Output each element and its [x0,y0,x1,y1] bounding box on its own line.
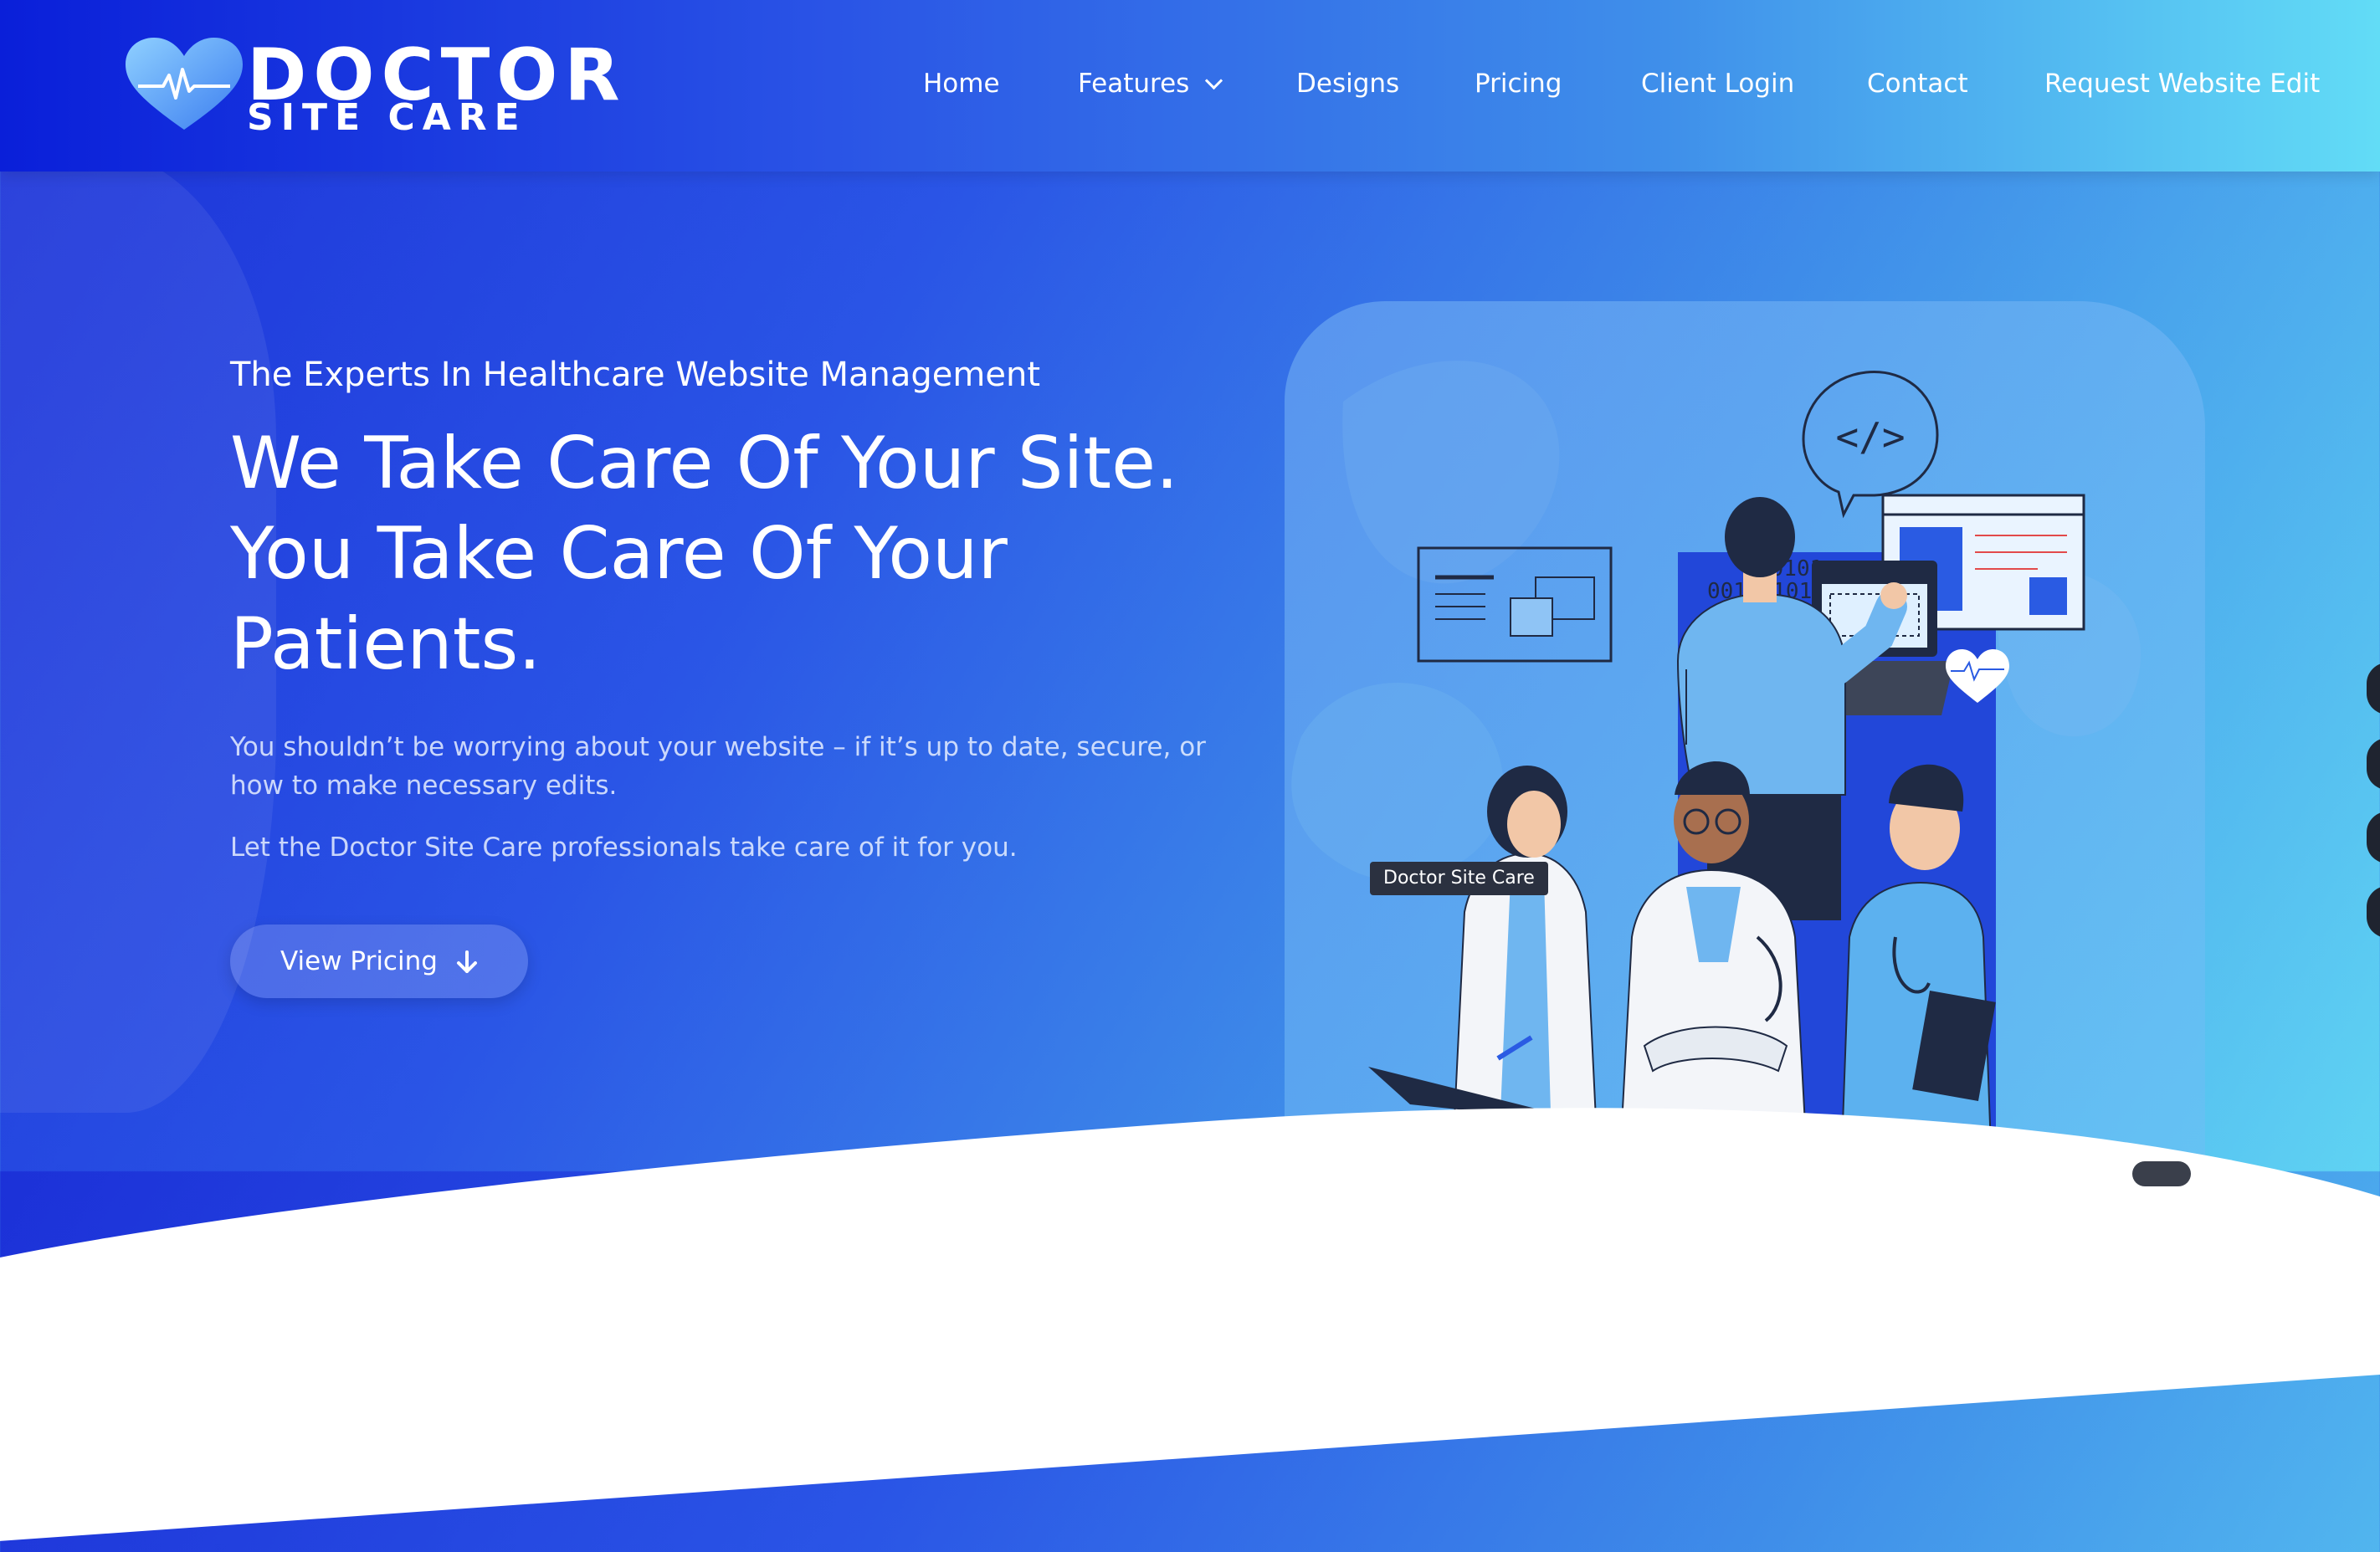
arrow-down-icon [457,950,477,973]
hero-eyebrow: The Experts In Healthcare Website Manage… [230,356,1041,394]
code-glyph: </> [1835,414,1905,459]
hero-headline: We Take Care Of Your Site. You Take Care… [230,418,1276,689]
floating-action-button[interactable] [2367,886,2380,938]
team-illustration: </> 00101 00101101 011101 [1291,361,2141,1171]
view-pricing-button[interactable]: View Pricing [230,925,528,998]
nav-designs[interactable]: Designs [1296,65,1399,102]
main-nav: Home Features Designs Pricing Client Log… [0,65,2380,107]
floating-action-button[interactable] [2367,812,2380,863]
headline-line-2: You Take Care Of Your [230,512,1008,596]
nav-client-login[interactable]: Client Login [1641,65,1794,102]
site-header: DOCTOR SITE CARE Home Features Designs P… [0,0,2380,172]
code-bubble-icon: </> [1802,371,1939,519]
nav-request-website-edit[interactable]: Request Website Edit [2044,65,2320,102]
nav-features[interactable]: Features [1078,65,1223,102]
illustration-blob [1291,682,1505,881]
headline-line-1: We Take Care Of Your Site. [230,422,1179,505]
hero-paragraph-2: Let the Doctor Site Care professionals t… [230,832,1018,863]
nav-pricing[interactable]: Pricing [1475,65,1562,102]
hero-paragraph-1: You shouldn’t be worrying about your web… [230,732,1206,801]
floating-action-button[interactable] [2367,738,2380,790]
illustration-blob [1342,361,1560,584]
nav-home[interactable]: Home [923,65,1000,102]
floating-action-button[interactable] [2367,663,2380,715]
chevron-down-icon [1205,71,1223,90]
scroll-indicator[interactable] [2132,1161,2191,1186]
headline-line-3: Patients. [230,602,541,686]
nav-features-label: Features [1078,69,1190,99]
nav-contact[interactable]: Contact [1867,65,1968,102]
hover-tooltip: Doctor Site Care [1370,862,1548,895]
view-pricing-label: View Pricing [280,946,438,976]
